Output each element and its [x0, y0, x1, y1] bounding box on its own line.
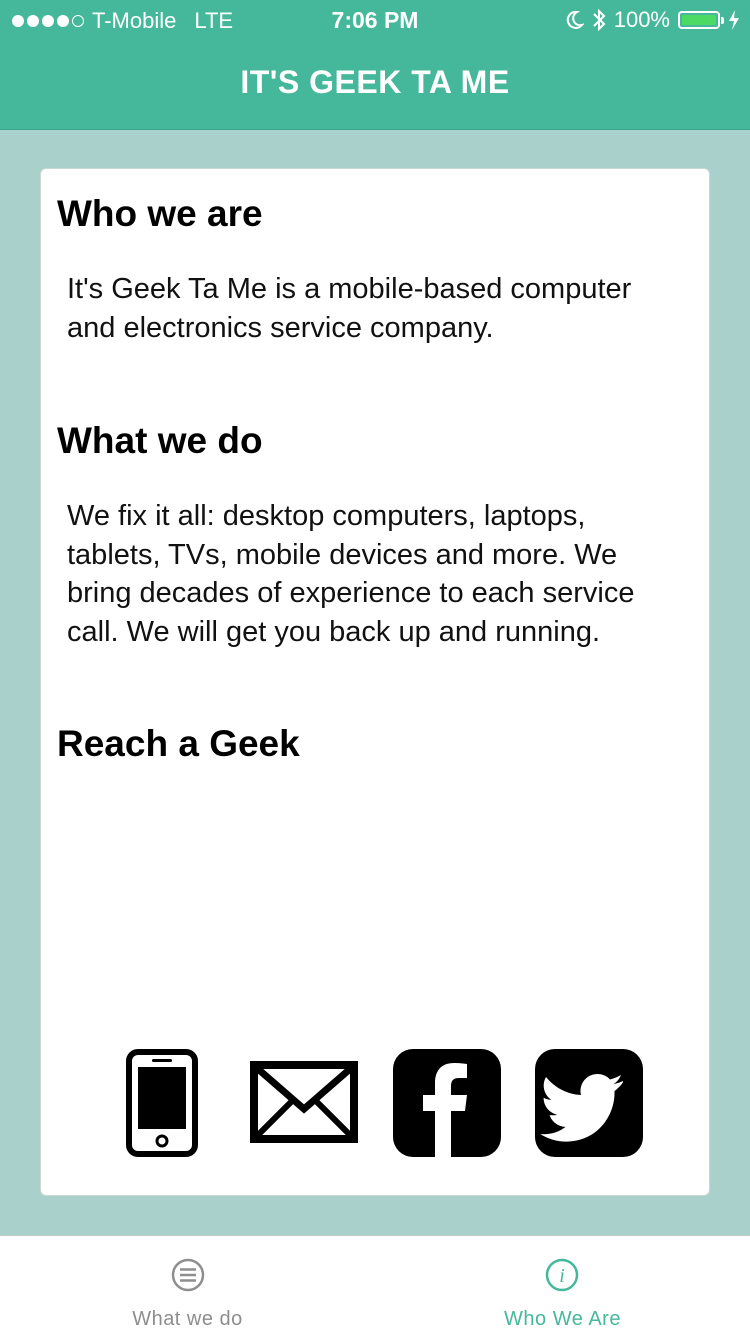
status-right: 100%	[566, 7, 740, 33]
info-card: Who we are It's Geek Ta Me is a mobile-b…	[40, 168, 710, 1196]
info-icon: i	[545, 1258, 579, 1292]
who-we-are-text: It's Geek Ta Me is a mobile-based comput…	[67, 273, 632, 344]
charging-bolt-icon	[729, 10, 739, 30]
app-header: T-Mobile LTE 7:06 PM 100% IT'S GEEK TA M…	[0, 0, 750, 130]
twitter-icon[interactable]	[535, 1049, 643, 1157]
tab-who-we-are[interactable]: i Who We Are	[375, 1236, 750, 1335]
tab-label-who-we-are: Who We Are	[504, 1308, 621, 1330]
battery-icon	[678, 11, 724, 29]
bluetooth-icon	[593, 8, 606, 32]
tab-label-what-we-do: What we do	[132, 1308, 243, 1330]
email-icon[interactable]	[250, 1061, 358, 1143]
battery-percent: 100%	[613, 7, 670, 32]
contact-icons-row	[125, 1049, 645, 1159]
what-we-do-text: We fix it all: desktop computers, laptop…	[67, 500, 635, 648]
status-bar: T-Mobile LTE 7:06 PM 100%	[0, 0, 750, 40]
list-icon	[171, 1258, 205, 1292]
reach-a-geek-heading: Reach a Geek	[57, 723, 300, 764]
phone-icon[interactable]	[126, 1049, 198, 1157]
svg-text:i: i	[559, 1265, 565, 1287]
facebook-icon[interactable]	[393, 1049, 501, 1157]
who-we-are-heading: Who we are	[57, 193, 263, 234]
tab-bar: What we do i Who We Are	[0, 1235, 750, 1335]
moon-icon	[566, 10, 584, 29]
tab-what-we-do[interactable]: What we do	[0, 1236, 375, 1335]
app-title: IT'S GEEK TA ME	[240, 64, 510, 100]
what-we-do-heading: What we do	[57, 420, 263, 461]
